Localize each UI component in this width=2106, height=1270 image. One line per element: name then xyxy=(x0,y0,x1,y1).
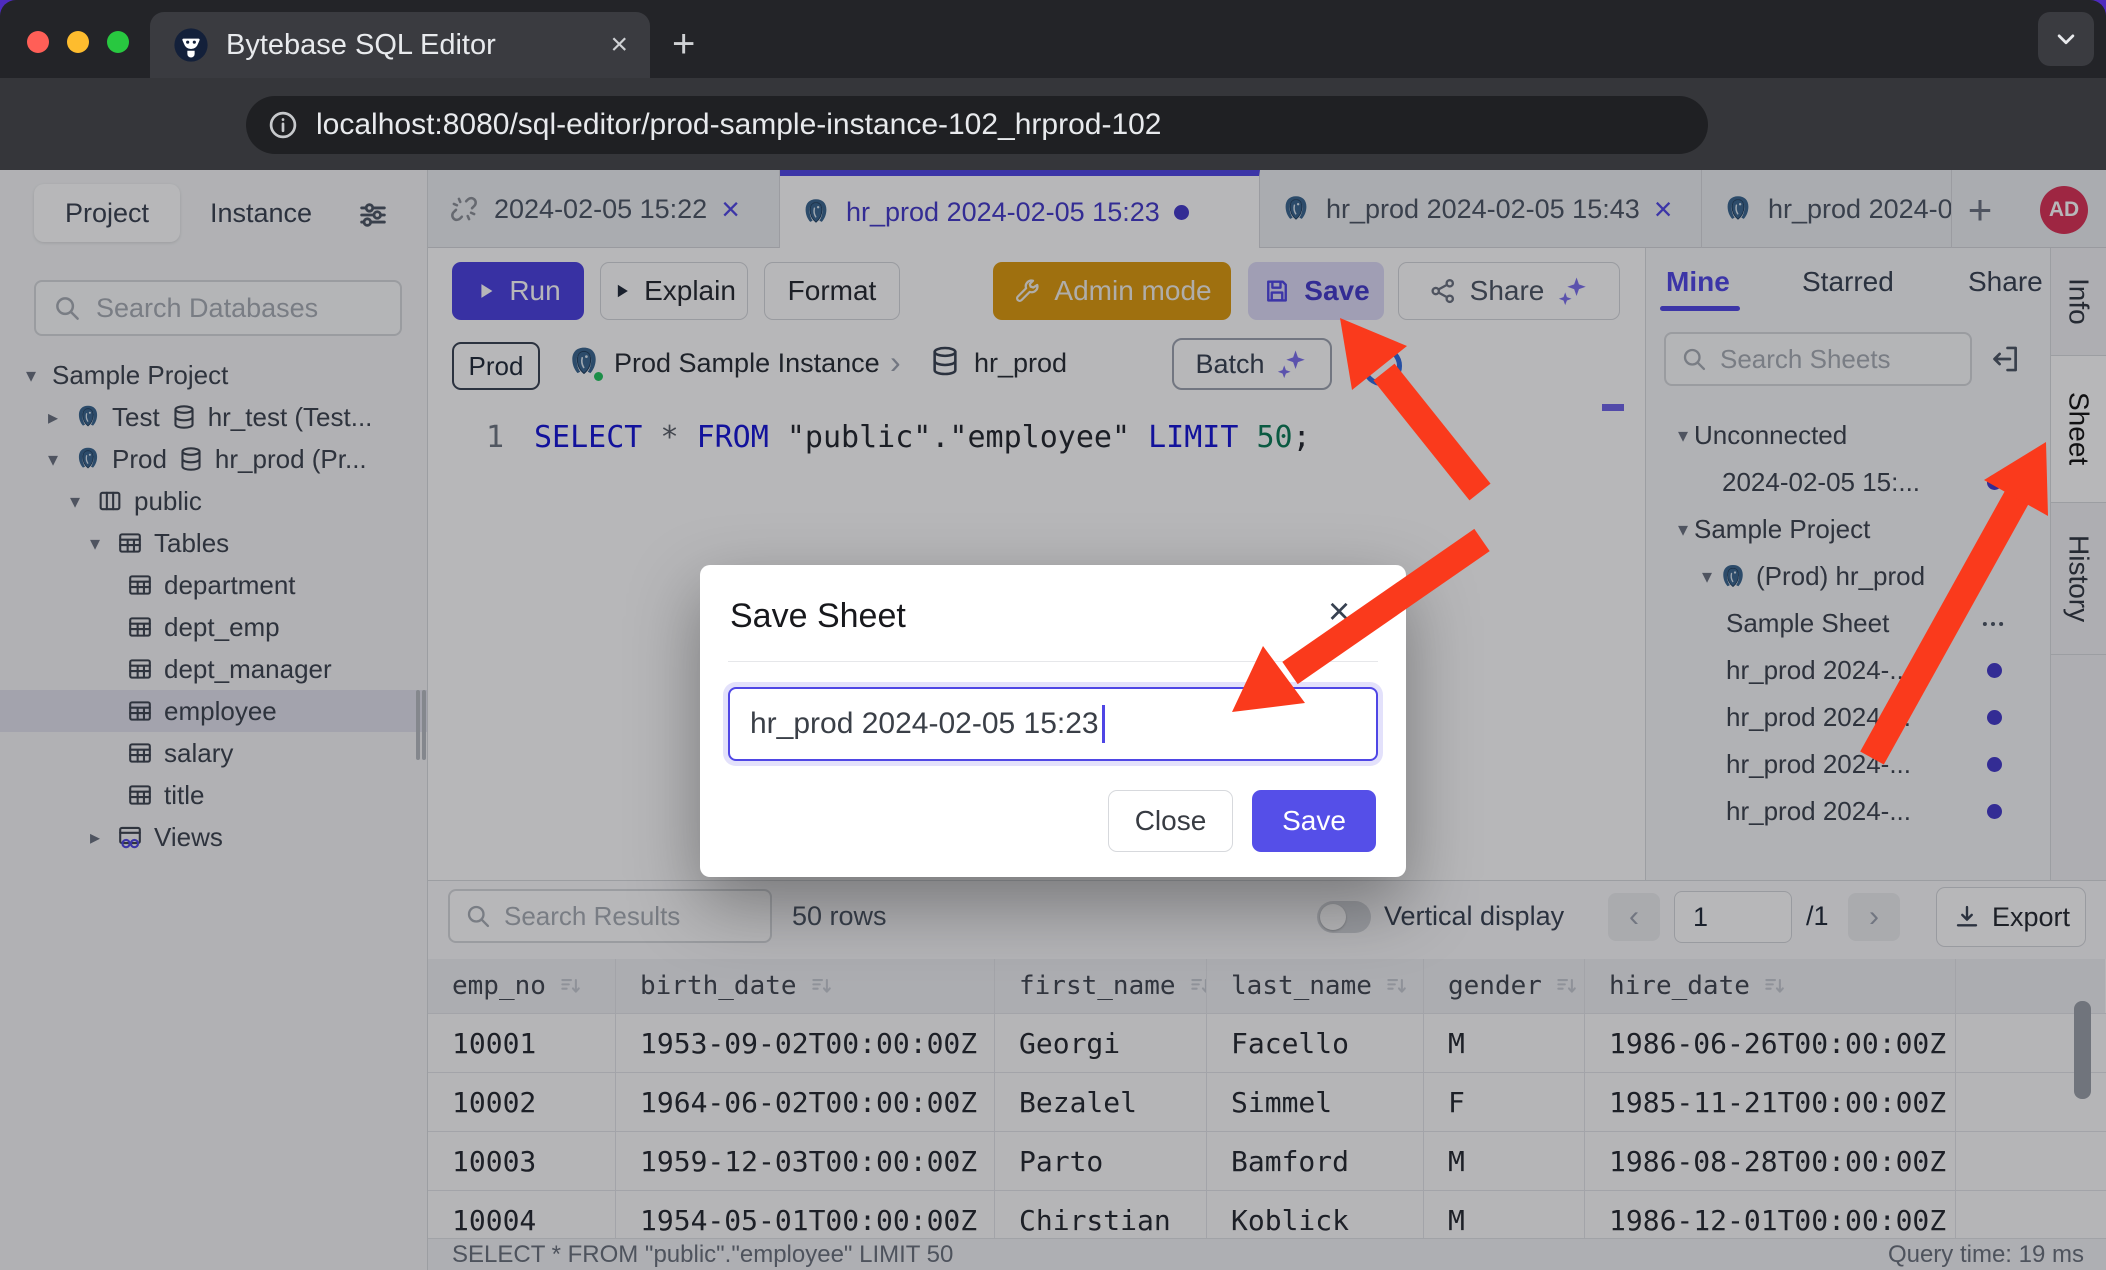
cancel-button[interactable]: Close xyxy=(1108,790,1233,852)
window-close-button[interactable] xyxy=(27,31,49,53)
info-icon[interactable] xyxy=(266,108,300,142)
url-text: localhost:8080/sql-editor/prod-sample-in… xyxy=(316,108,1162,142)
dialog-save-button[interactable]: Save xyxy=(1252,790,1376,852)
browser-chrome: Bytebase SQL Editor × + Incognito localh… xyxy=(0,0,2106,170)
tab-search-button[interactable] xyxy=(2038,12,2094,66)
text-cursor xyxy=(1102,705,1105,743)
tab-close-icon[interactable]: × xyxy=(610,28,628,62)
dialog-title: Save Sheet xyxy=(730,597,906,636)
browser-tab-title: Bytebase SQL Editor xyxy=(226,29,594,62)
bytebase-favicon-icon xyxy=(172,26,210,64)
close-icon[interactable]: × xyxy=(1328,591,1350,634)
browser-tab[interactable]: Bytebase SQL Editor × xyxy=(150,12,650,78)
screen: Bytebase SQL Editor × + Incognito localh… xyxy=(0,0,2106,1270)
save-sheet-dialog: Save Sheet × hr_prod 2024-02-05 15:23 Cl… xyxy=(700,565,1406,877)
chevron-down-icon xyxy=(2051,24,2081,54)
new-tab-button[interactable]: + xyxy=(672,22,695,67)
dialog-divider xyxy=(728,661,1378,662)
address-bar[interactable]: localhost:8080/sql-editor/prod-sample-in… xyxy=(246,96,1708,154)
window-zoom-button[interactable] xyxy=(107,31,129,53)
window-minimize-button[interactable] xyxy=(67,31,89,53)
sheet-name-input[interactable]: hr_prod 2024-02-05 15:23 xyxy=(728,687,1378,761)
